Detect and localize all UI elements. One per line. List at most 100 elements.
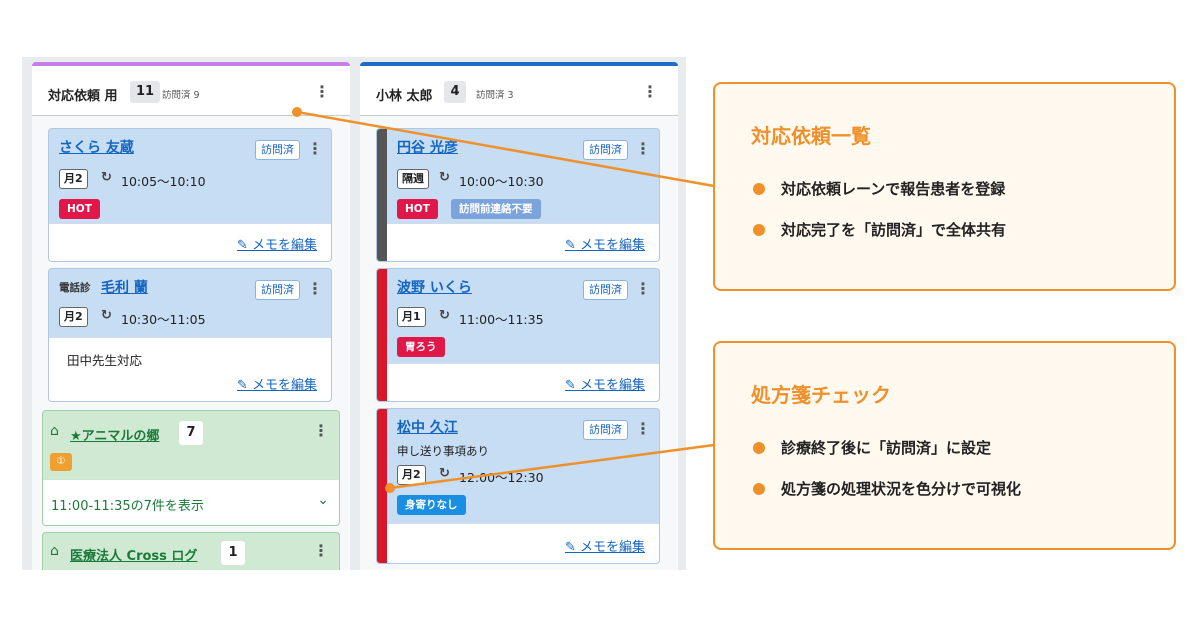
home-icon: ⌂ [50,423,59,439]
visit-time: 12:00〜12:30 [459,470,544,485]
kebab-menu-icon[interactable]: ⋮ [313,541,329,561]
visited-button[interactable]: 訪問済 [583,280,628,300]
kebab-menu-icon[interactable]: ⋮ [313,421,329,441]
edit-memo-link[interactable]: ✎ メモを編集 [565,536,645,555]
repeat-icon: ↻ [101,308,112,323]
callout-bullet: 診療終了後に「訪問済」に設定 [753,437,991,458]
show-more-text[interactable]: 11:00-11:35の7件を表示 [51,495,204,514]
pencil-icon: ✎ [236,378,252,393]
visited-button[interactable]: 訪問済 [583,140,628,160]
lane-count-badge: 4 [444,81,466,103]
status-stripe [377,409,387,563]
patient-card[interactable]: さくら 友蔵 訪問済 ⋮ 月2 ↻ 10:05〜10:10 HOT ✎ メモを編… [48,128,332,262]
patient-card[interactable]: 波野 いくら 訪問済 ⋮ 月1 ↻ 11:00〜11:35 胃ろう ✎ メモを編… [376,268,660,402]
callout-bullet: 対応完了を「訪問済」で全体共有 [753,219,1006,240]
visit-time: 10:30〜11:05 [121,312,206,327]
visited-button[interactable]: 訪問済 [255,280,300,300]
show-more-row[interactable]: 11:00-11:35の7件を表示 ⌄ [43,479,339,525]
edit-memo-link[interactable]: ✎ メモを編集 [565,374,645,393]
repeat-icon: ↻ [101,170,112,185]
frequency-badge: 月2 [59,307,88,327]
handover-note: 申し送り事項あり [397,444,489,458]
kebab-menu-icon[interactable]: ⋮ [307,279,323,299]
visit-time: 10:05〜10:10 [121,174,206,189]
visit-time: 10:00〜10:30 [459,174,544,189]
patient-name-link[interactable]: さくら 友蔵 [59,137,134,157]
kebab-menu-icon[interactable]: ⋮ [635,139,651,159]
facility-status-badge: ① [50,453,72,471]
kebab-menu-icon[interactable]: ⋮ [314,82,330,102]
patient-card[interactable]: 円谷 光彦 訪問済 ⋮ 隔週 ↻ 10:00〜10:30 HOT 訪問前連絡不要… [376,128,660,262]
lane-title: 小林 太郎 [376,89,433,104]
memo-area: ✎ メモを編集 [49,223,331,261]
phone-consult-badge: 電話診 [59,282,91,294]
no-relatives-tag: 身寄りなし [397,495,466,515]
patient-name-link[interactable]: 毛利 蘭 [101,277,148,297]
gastrostomy-tag: 胃ろう [397,337,445,357]
patient-name-link[interactable]: 円谷 光彦 [397,137,458,157]
visited-button[interactable]: 訪問済 [583,420,628,440]
hot-tag: HOT [59,199,100,219]
kebab-menu-icon[interactable]: ⋮ [635,279,651,299]
callout-title: 対応依頼一覧 [751,124,871,148]
lane-visited-count: 訪問済 3 [476,90,514,101]
callout-request-list: 対応依頼一覧 対応依頼レーンで報告患者を登録 対応完了を「訪問済」で全体共有 [713,82,1176,291]
memo-area: ✎ メモを編集 [387,523,659,563]
patient-name-link[interactable]: 松中 久江 [397,417,458,437]
frequency-badge: 隔週 [397,169,429,189]
kebab-menu-icon[interactable]: ⋮ [307,139,323,159]
bullet-dot-icon [753,483,765,495]
bullet-dot-icon [753,442,765,454]
status-stripe [377,269,387,401]
lane-count-badge: 11 [130,81,161,103]
frequency-badge: 月2 [59,169,88,189]
callout-bullet: 対応依頼レーンで報告患者を登録 [753,178,1005,199]
facility-name-link[interactable]: ★アニマルの郷 [70,425,159,444]
chevron-down-icon[interactable]: ⌄ [317,492,329,508]
frequency-badge: 月1 [397,307,426,327]
bullet-dot-icon [753,183,765,195]
kebab-menu-icon[interactable]: ⋮ [642,82,658,102]
facility-count-badge: 1 [221,541,245,565]
callout-title: 処方箋チェック [751,383,891,407]
repeat-icon: ↻ [439,308,450,323]
lane-header: 小林 太郎 4 訪問済 3 ⋮ [360,66,678,116]
pencil-icon: ✎ [564,540,580,555]
status-stripe [377,129,387,261]
visited-button[interactable]: 訪問済 [255,140,300,160]
memo-area: 田中先生対応 ✎ メモを編集 [49,337,331,401]
pencil-icon: ✎ [564,378,580,393]
lane-title: 対応依頼 用 [48,89,118,104]
patient-name-link[interactable]: 波野 いくら [397,277,472,297]
callout-bullet: 処方箋の処理状況を色分けで可視化 [753,478,1021,499]
visit-time: 11:00〜11:35 [459,312,544,327]
bullet-dot-icon [753,224,765,236]
memo-area: ✎ メモを編集 [387,223,659,261]
no-prior-contact-tag: 訪問前連絡不要 [451,199,541,219]
facility-count-badge: 7 [179,421,203,445]
hot-tag: HOT [397,199,438,219]
pencil-icon: ✎ [564,238,580,253]
edit-memo-link[interactable]: ✎ メモを編集 [237,234,317,253]
callout-prescription-check: 処方箋チェック 診療終了後に「訪問済」に設定 処方箋の処理状況を色分けで可視化 [713,341,1176,550]
repeat-icon: ↻ [439,170,450,185]
lane-kobayashi: 小林 太郎 4 訪問済 3 ⋮ 円谷 光彦 訪問済 ⋮ 隔週 ↻ 10:00〜1… [360,62,678,570]
patient-card[interactable]: 電話診 毛利 蘭 訪問済 ⋮ 月2 ↻ 10:30〜11:05 田中先生対応 ✎… [48,268,332,402]
memo-area: ✎ メモを編集 [387,363,659,401]
kanban-board: 対応依頼 用 11 訪問済 9 ⋮ さくら 友蔵 訪問済 ⋮ 月2 ↻ 10:0… [22,57,686,570]
edit-memo-link[interactable]: ✎ メモを編集 [237,374,317,393]
pencil-icon: ✎ [236,238,252,253]
lane-header: 対応依頼 用 11 訪問済 9 ⋮ [32,66,350,116]
facility-group[interactable]: ⌂ ★アニマルの郷 7 ⋮ ① 11:00-11:35の7件を表示 ⌄ [42,410,340,526]
lane-taiou-irai: 対応依頼 用 11 訪問済 9 ⋮ さくら 友蔵 訪問済 ⋮ 月2 ↻ 10:0… [32,62,350,570]
edit-memo-link[interactable]: ✎ メモを編集 [565,234,645,253]
memo-note: 田中先生対応 [67,353,143,368]
lane-visited-count: 訪問済 9 [162,90,200,101]
kebab-menu-icon[interactable]: ⋮ [635,419,651,439]
facility-name-link[interactable]: 医療法人 Cross ログ [70,545,197,564]
patient-card[interactable]: 松中 久江 訪問済 ⋮ 申し送り事項あり 月2 ↻ 12:00〜12:30 身寄… [376,408,660,564]
repeat-icon: ↻ [439,466,450,481]
facility-group[interactable]: ⌂ 医療法人 Cross ログ 1 ⋮ [42,532,340,570]
home-icon: ⌂ [50,543,59,559]
frequency-badge: 月2 [397,465,426,485]
